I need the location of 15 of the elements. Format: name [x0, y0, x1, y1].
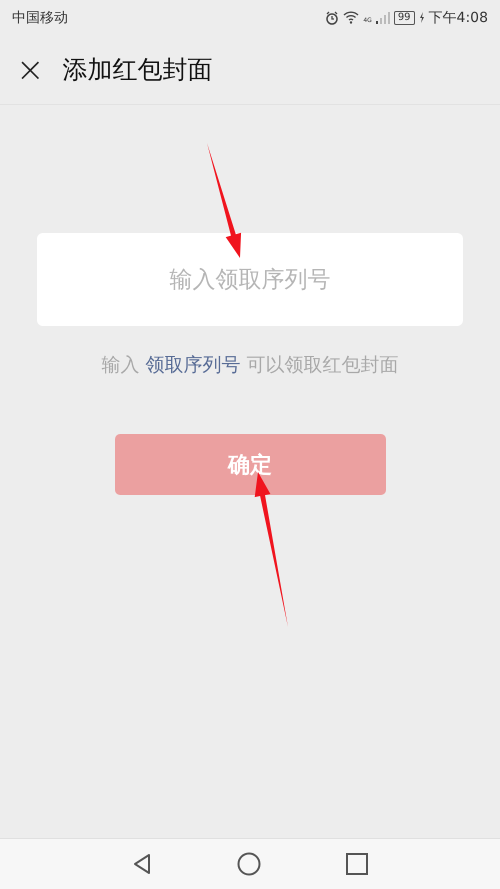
recents-icon[interactable]	[346, 853, 368, 875]
close-button[interactable]: ×	[16, 52, 44, 86]
serial-number-link[interactable]: 领取序列号	[146, 354, 240, 376]
serial-number-field[interactable]: 输入领取序列号	[37, 233, 463, 326]
alarm-icon	[325, 10, 340, 24]
carrier-name: 中国移动	[12, 8, 68, 26]
hint-text: 输入 领取序列号 可以领取红包封面	[101, 353, 399, 378]
wifi-icon	[343, 11, 360, 24]
battery-level: 99	[394, 10, 415, 24]
home-icon[interactable]	[236, 852, 261, 876]
page-title: 添加红包封面	[62, 54, 212, 86]
charging-icon	[418, 12, 425, 23]
signal-icon	[376, 11, 390, 24]
clock-time: 下午4:08	[428, 8, 488, 26]
back-icon[interactable]	[132, 853, 152, 875]
